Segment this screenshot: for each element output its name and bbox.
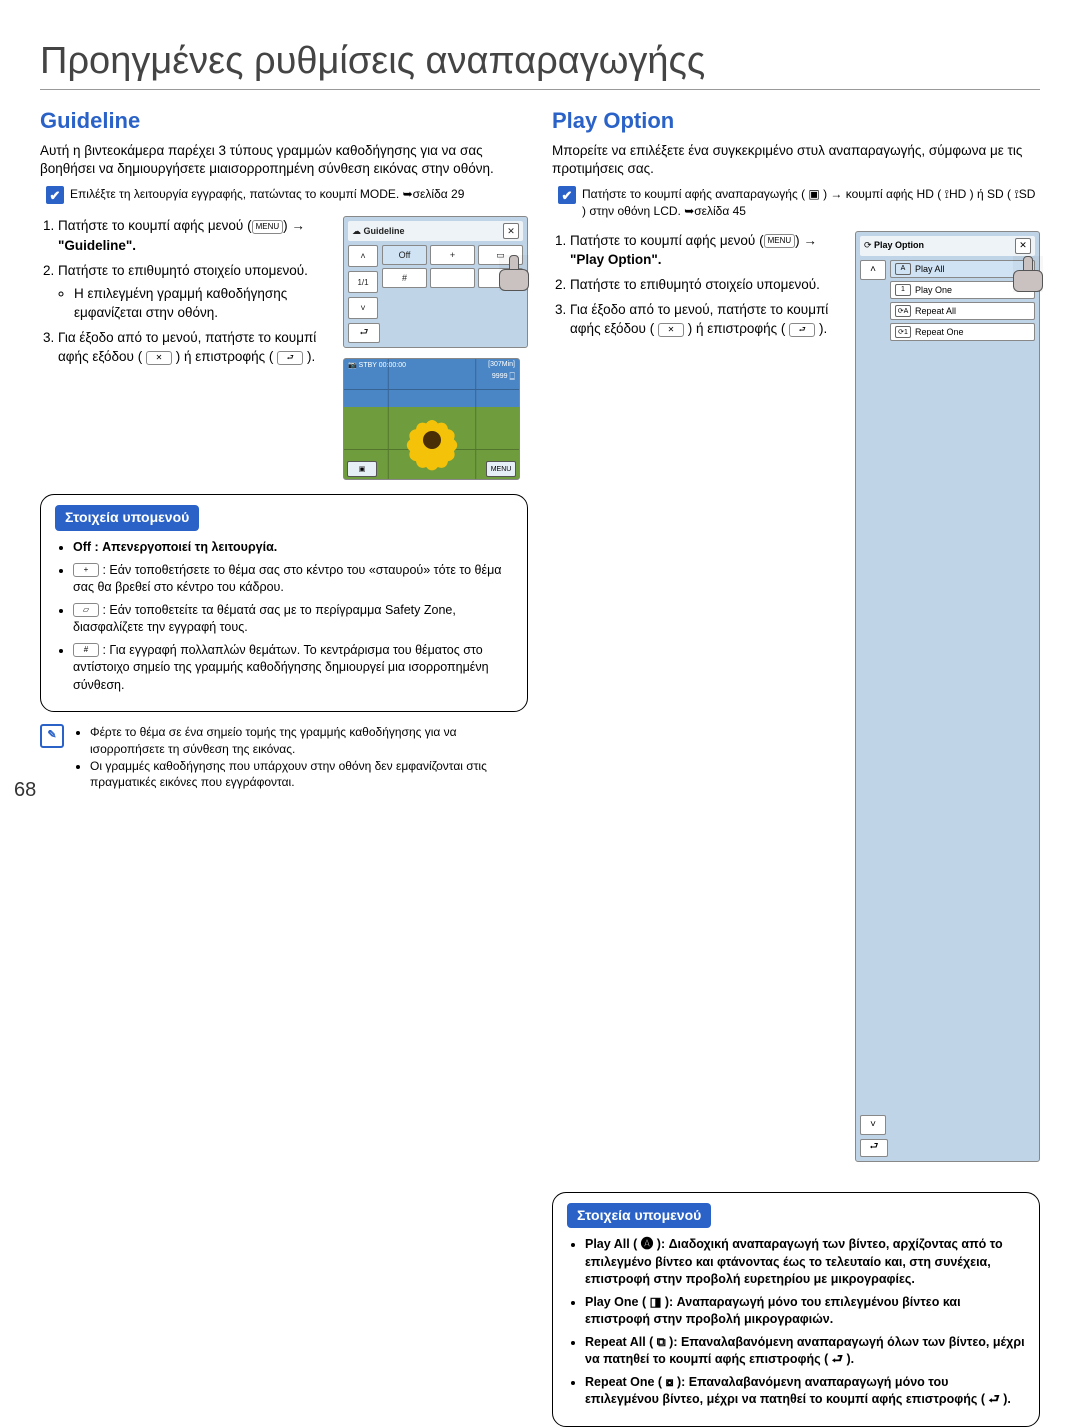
lcd-down-button[interactable]: ˅ — [348, 297, 378, 319]
pstep2: Πατήστε το επιθυμητό στοιχείο υπομενού. — [570, 275, 845, 294]
mode-note-text: Επιλέξτε τη λειτουργία εγγραφής, πατώντα… — [70, 186, 464, 202]
check-icon: ✔ — [558, 186, 576, 204]
guideline-steps-row: Πατήστε το κουμπί αφής μενού (MENU) → "G… — [40, 216, 528, 480]
close-icon: ✕ — [146, 351, 172, 365]
play-lcd-back[interactable]: ⮐ — [860, 1139, 888, 1157]
sunflower-illustration — [405, 407, 459, 461]
step3c: ). — [307, 349, 315, 364]
step3b: ) ή επιστροφής ( — [176, 349, 274, 364]
preview-menu-button[interactable]: MENU — [486, 461, 516, 477]
step1-text: Πατήστε το κουμπί αφής μενού — [58, 218, 243, 233]
grid-icon: # — [73, 643, 99, 657]
page-number: 68 — [14, 779, 36, 802]
play-steps: Πατήστε το κουμπί αφής μενού (MENU) → "P… — [552, 231, 845, 1162]
guideline-submenu: Στοιχεία υπομενού Off : Απενεργοποιεί τη… — [40, 494, 528, 712]
pstep3b: ) ή επιστροφής ( — [688, 321, 786, 336]
step2-text: Πατήστε το επιθυμητό στοιχείο υπομενού. — [58, 263, 308, 278]
cross-icon: + — [73, 563, 99, 577]
guideline-steps: Πατήστε το κουμπί αφής μενού (MENU) → "G… — [40, 216, 333, 480]
play-option-lcd: ⟳ Play Option ✕ ˄ 1/1 ˅ APlay All 1Play … — [855, 231, 1040, 1162]
submenu-badge: Στοιχεία υπομενού — [55, 505, 199, 531]
safety-icon: ▱ — [73, 603, 99, 617]
pstep1a: Πατήστε το κουμπί αφής μενού — [570, 233, 755, 248]
repeat-one-item: Repeat One ( ⧇ ): Επαναλαβανόμενη αναπαρ… — [585, 1375, 1011, 1407]
note-icon: ✎ — [40, 724, 64, 748]
cell-empty1 — [430, 268, 475, 288]
play-lcd-close[interactable]: ✕ — [1015, 238, 1031, 254]
mode-note: ✔ Επιλέξτε τη λειτουργία εγγραφής, πατών… — [46, 186, 528, 204]
play-submenu-badge: Στοιχεία υπομενού — [567, 1203, 711, 1229]
two-columns: Guideline Αυτή η βιντεοκάμερα παρέχει 3 … — [40, 108, 1040, 1427]
lcd-title-row: ☁ Guideline ✕ — [348, 221, 523, 241]
cross-item: : Εάν τοποθετήσετε το θέμα σας στο κέντρ… — [73, 563, 502, 595]
off-item: Off : Απενεργοποιεί τη λειτουργία. — [73, 540, 277, 554]
play-option-section: Play Option Μπορείτε να επιλέξετε ένα συ… — [552, 108, 1040, 1427]
manual-page: Προηγμένες ρυθμίσεις αναπαραγωγήςς Guide… — [0, 0, 1080, 827]
guideline-heading: Guideline — [40, 108, 528, 134]
guideline-intro: Αυτή η βιντεοκάμερα παρέχει 3 τύπους γρα… — [40, 142, 528, 178]
lcd-up-button[interactable]: ˄ — [348, 245, 378, 267]
menu-icon: MENU — [764, 234, 796, 248]
play-option-heading: Play Option — [552, 108, 1040, 134]
play-mode-note-text: Πατήστε το κουμπί αφής αναπαραγωγής ( ▣ … — [582, 186, 1040, 218]
repeat-all-item: Repeat All ( ⧉ ): Επαναλαβανόμενη αναπαρ… — [585, 1335, 1025, 1367]
guideline-notes: ✎ Φέρτε το θέμα σε ένα σημείο τομής της … — [40, 724, 528, 791]
preview-bottom-row: ▣ MENU — [347, 461, 516, 477]
back-icon: ⮐ — [789, 323, 815, 337]
play-lcd-pager: 1/1 — [860, 284, 1080, 1111]
play-mode-note: ✔ Πατήστε το κουμπί αφής αναπαραγωγής ( … — [558, 186, 1040, 218]
cell-cross[interactable]: + — [430, 245, 475, 265]
lcd-back-button[interactable]: ⮐ — [348, 323, 380, 343]
cell-off[interactable]: Off — [382, 245, 427, 265]
play-lcd-up[interactable]: ˄ — [860, 260, 886, 280]
lcd-pager: 1/1 — [348, 271, 378, 293]
guideline-preview: 📷 STBY 00:00:00 [307Min] 9999 🀆 — [343, 358, 520, 480]
grid-item: : Για εγγραφή πολλαπλών θεμάτων. Το κεντ… — [73, 643, 489, 692]
hand-cursor-icon — [499, 255, 529, 291]
pstep3c: ). — [819, 321, 827, 336]
play-steps-row: Πατήστε το κουμπί αφής μενού (MENU) → "P… — [552, 231, 1040, 1162]
play-lcd-title: Play Option — [874, 240, 924, 250]
lcd-close-button[interactable]: ✕ — [503, 223, 519, 239]
step2-sub: Η επιλεγμένη γραμμή καθοδήγησης εμφανίζε… — [74, 284, 333, 322]
hand-cursor-icon — [1013, 256, 1043, 292]
cell-grid[interactable]: # — [382, 268, 427, 288]
page-title: Προηγμένες ρυθμίσεις αναπαραγωγήςς — [40, 40, 1040, 90]
safety-item: : Εάν τοποθετείτε τα θέματά σας με το πε… — [73, 603, 456, 635]
close-icon: ✕ — [658, 323, 684, 337]
play-option-intro: Μπορείτε να επιλέξετε ένα συγκεκριμένο σ… — [552, 142, 1040, 178]
lcd-title: Guideline — [364, 226, 405, 236]
guideline-section: Guideline Αυτή η βιντεοκάμερα παρέχει 3 … — [40, 108, 528, 1427]
play-one-item: Play One ( ◨ ): Αναπαραγωγή μόνο του επι… — [585, 1295, 961, 1327]
play-submenu: Στοιχεία υπομενού Play All ( 🅐 ): Διαδοχ… — [552, 1192, 1040, 1427]
check-icon: ✔ — [46, 186, 64, 204]
back-icon: ⮐ — [277, 351, 303, 365]
menu-icon: MENU — [252, 220, 284, 234]
preview-thumb-button[interactable]: ▣ — [347, 461, 377, 477]
guideline-lcd: ☁ Guideline ✕ ˄ 1/1 ˅ Off + — [343, 216, 528, 348]
note-2: Οι γραμμές καθοδήγησης που υπάρχουν στην… — [90, 758, 528, 792]
play-lcd-down[interactable]: ˅ — [860, 1115, 886, 1135]
note-1: Φέρτε το θέμα σε ένα σημείο τομής της γρ… — [90, 724, 528, 758]
play-all-item: Play All ( 🅐 ): Διαδοχική αναπαραγωγή τω… — [585, 1237, 1003, 1286]
guideline-previews: ☁ Guideline ✕ ˄ 1/1 ˅ Off + — [343, 216, 528, 480]
